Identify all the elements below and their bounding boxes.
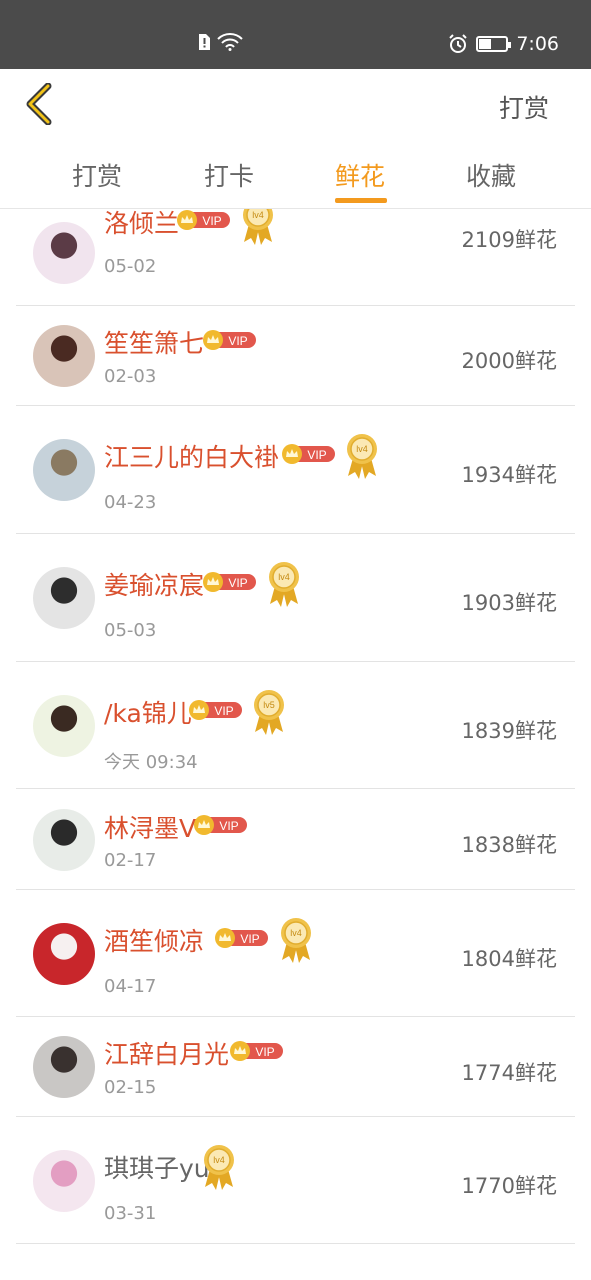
vip-crown-badge-icon: VIP [282, 444, 335, 464]
back-chevron-left-icon[interactable] [22, 83, 56, 125]
date-label: 今天 09:34 [104, 752, 198, 773]
level-medal-icon: lv4 [281, 918, 311, 963]
tab-bar: 打赏 打卡 鲜花 收藏 [0, 139, 591, 209]
vip-crown-badge-icon: VIP [215, 928, 268, 948]
list-item[interactable]: 洛倾兰 05-02 VIP lv4 2109鲜花 [16, 209, 575, 306]
avatar[interactable] [33, 1149, 95, 1212]
list-item[interactable]: 酒笙倾凉 04-17 VIP lv4 1804鲜花 [16, 890, 575, 1017]
level-medal-icon: lv4 [269, 562, 299, 607]
date-label: 05-03 [104, 620, 157, 641]
vip-label: VIP [228, 576, 247, 590]
vip-label: VIP [219, 819, 238, 833]
user-name[interactable]: 笙笙箫七 [104, 324, 204, 360]
level-label: lv5 [263, 700, 275, 710]
avatar[interactable] [33, 922, 95, 985]
vip-crown-badge-icon: VIP [203, 330, 256, 350]
list-item[interactable]: 江三儿的白大褂 04-23 VIP lv4 1934鲜花 [16, 406, 575, 534]
level-label: lv4 [213, 1155, 225, 1165]
user-name[interactable]: 江三儿的白大褂 [104, 438, 279, 474]
tab-checkin[interactable]: 打卡 [204, 157, 254, 193]
vip-label: VIP [202, 214, 221, 228]
active-tab-indicator [335, 198, 387, 203]
level-label: lv4 [290, 928, 302, 938]
list-item[interactable]: 江辞白月光 02-15 VIP 1774鲜花 [16, 1017, 575, 1117]
sim-alert-icon [199, 34, 210, 50]
date-label: 02-03 [104, 366, 157, 387]
user-name[interactable]: /ka锦儿 [104, 694, 192, 730]
vip-label: VIP [307, 448, 326, 462]
flower-count: 1838鲜花 [461, 833, 557, 857]
battery-icon [476, 36, 512, 52]
vip-label: VIP [255, 1045, 274, 1059]
flower-count: 2000鲜花 [461, 349, 557, 373]
avatar[interactable] [33, 694, 95, 757]
list-item[interactable]: 笙笙箫七 02-03 VIP 2000鲜花 [16, 306, 575, 406]
tab-reward[interactable]: 打赏 [72, 157, 122, 193]
level-label: lv4 [356, 444, 368, 454]
vip-label: VIP [240, 932, 259, 946]
vip-label: VIP [228, 334, 247, 348]
flower-count: 1839鲜花 [461, 719, 557, 743]
level-label: lv4 [252, 210, 264, 220]
flower-count: 2109鲜花 [461, 228, 557, 252]
user-name[interactable]: 酒笙倾凉 [104, 922, 204, 958]
user-name[interactable]: 洛倾兰 [104, 209, 179, 240]
date-label: 03-31 [104, 1203, 157, 1224]
status-time: 7:06 [516, 33, 559, 55]
user-name[interactable]: 姜瑜凉宸 [104, 566, 204, 602]
vip-crown-badge-icon: VIP [177, 210, 230, 230]
flower-count: 1934鲜花 [461, 463, 557, 487]
avatar[interactable] [33, 567, 95, 629]
level-medal-icon: lv4 [204, 1145, 234, 1190]
date-label: 02-15 [104, 1077, 157, 1098]
vip-crown-badge-icon: VIP [203, 572, 256, 592]
wifi-icon [217, 33, 243, 51]
tab-flowers[interactable]: 鲜花 [335, 157, 385, 193]
tab-favorites[interactable]: 收藏 [466, 157, 516, 193]
level-medal-icon: lv5 [254, 690, 284, 735]
avatar[interactable] [33, 221, 95, 284]
date-label: 02-17 [104, 850, 157, 871]
list-item[interactable]: 姜瑜凉宸 05-03 VIP lv4 1903鲜花 [16, 534, 575, 662]
vip-label: VIP [214, 704, 233, 718]
date-label: 04-23 [104, 492, 157, 513]
alarm-icon [449, 34, 468, 53]
level-medal-icon: lv4 [243, 209, 273, 245]
flower-count: 1770鲜花 [461, 1174, 557, 1198]
list-item[interactable]: 琪琪子yu 03-31 lv4 1770鲜花 [16, 1117, 575, 1244]
vip-crown-badge-icon: VIP [230, 1041, 283, 1061]
avatar[interactable] [33, 325, 95, 387]
vip-crown-badge-icon: VIP [194, 815, 247, 835]
user-name[interactable]: 林浔墨V [104, 809, 196, 845]
avatar[interactable] [33, 1036, 95, 1098]
date-label: 05-02 [104, 256, 157, 277]
vip-crown-badge-icon: VIP [189, 700, 242, 720]
reward-button[interactable]: 打赏 [499, 89, 549, 125]
date-label: 04-17 [104, 976, 157, 997]
list-item[interactable]: /ka锦儿今天 09:34 VIP lv5 1839鲜花 [16, 662, 575, 789]
flower-ranking-list: 洛倾兰 05-02 VIP lv4 2109鲜花笙笙箫七 02-03 VIP 2000鲜花江三… [0, 209, 591, 1280]
list-item[interactable]: 林浔墨V 02-17 VIP 1838鲜花 [16, 789, 575, 890]
flower-count: 1774鲜花 [461, 1061, 557, 1085]
level-label: lv4 [278, 572, 290, 582]
header: 打赏 [0, 69, 591, 139]
status-right: 7:06 [448, 33, 559, 55]
flower-count: 1804鲜花 [461, 947, 557, 971]
avatar[interactable] [33, 808, 95, 871]
flower-count: 1903鲜花 [461, 591, 557, 615]
user-name[interactable]: 江辞白月光 [104, 1035, 229, 1071]
status-icons [197, 33, 243, 51]
user-name[interactable]: 琪琪子yu [104, 1149, 210, 1185]
level-medal-icon: lv4 [347, 434, 377, 479]
status-bar: 7:06 [0, 0, 591, 69]
avatar[interactable] [33, 439, 95, 501]
